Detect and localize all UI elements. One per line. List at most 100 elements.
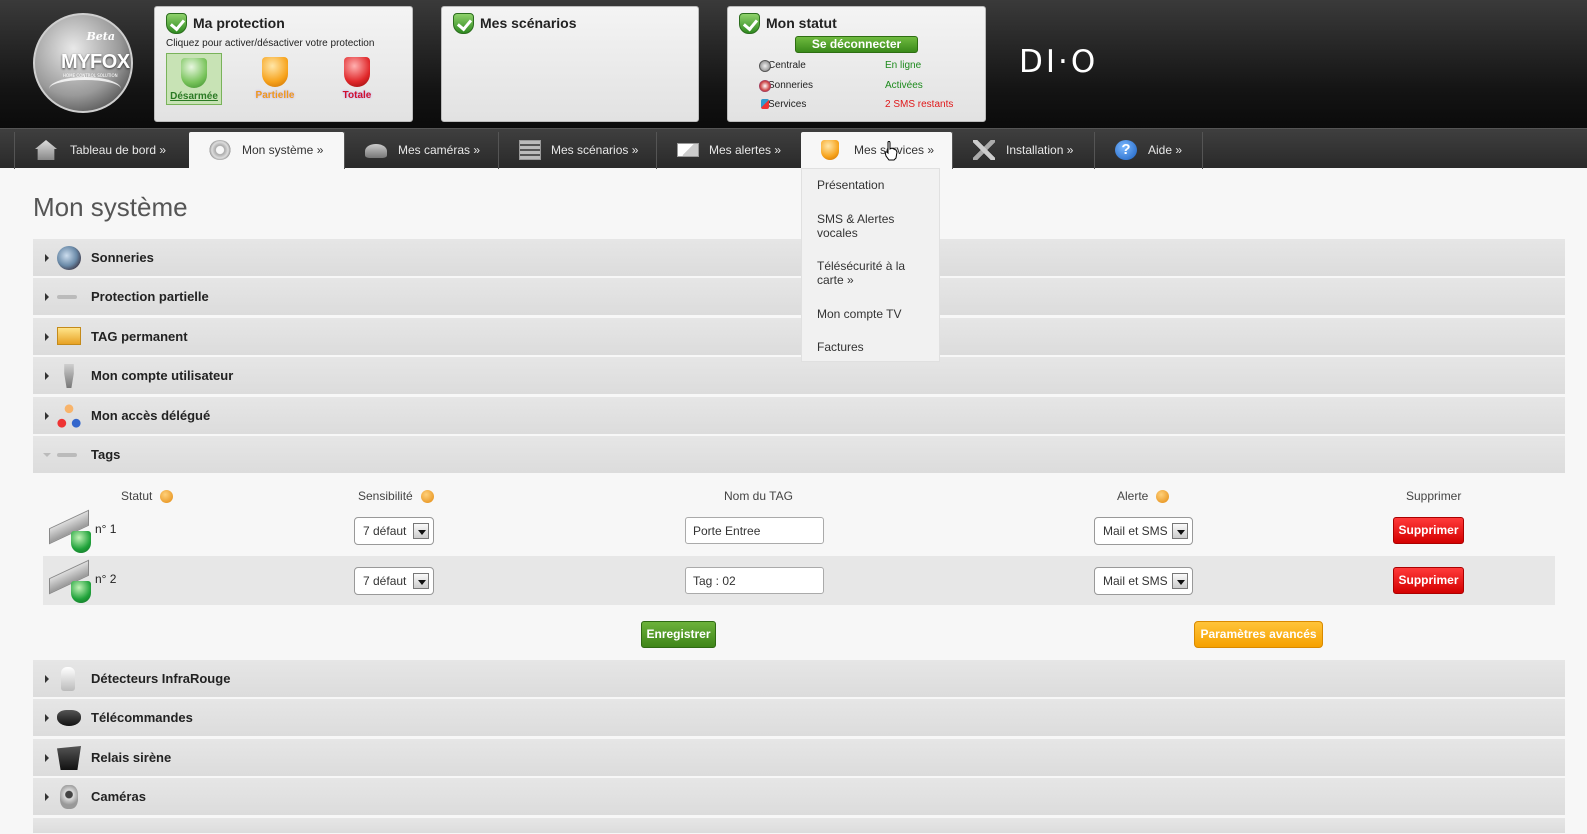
tag-icon xyxy=(57,327,81,345)
expand-arrow-icon xyxy=(45,293,49,301)
tag-device-icon xyxy=(47,509,95,553)
section-cameras[interactable]: Caméras xyxy=(33,778,1565,816)
nav-label: Mes alertes » xyxy=(709,143,782,157)
section-protection-partielle[interactable]: Protection partielle xyxy=(33,278,1565,316)
section-tag-permanent[interactable]: TAG permanent xyxy=(33,318,1565,356)
menu-item-sms-alertes[interactable]: SMS & Alertes vocales xyxy=(817,212,927,240)
status-title: Mon statut xyxy=(766,15,837,31)
tag-name-input[interactable] xyxy=(685,567,824,594)
expand-arrow-icon xyxy=(45,754,49,762)
header-nom-tag: Nom du TAG xyxy=(724,489,793,503)
header-supprimer: Supprimer xyxy=(1406,489,1462,503)
header-alerte: Alerte xyxy=(1117,489,1170,503)
user-icon xyxy=(64,364,74,388)
info-icon[interactable] xyxy=(1156,490,1170,503)
sensitivity-select[interactable]: 7 défaut xyxy=(354,567,434,595)
section-next[interactable] xyxy=(33,818,1565,834)
section-label: Protection partielle xyxy=(91,289,209,304)
menu-item-compte-tv[interactable]: Mon compte TV xyxy=(817,307,927,321)
header-statut: Statut xyxy=(121,489,174,503)
status-label: Sonneries xyxy=(768,80,814,91)
status-value: Activées xyxy=(885,80,923,91)
expand-arrow-icon xyxy=(45,333,49,341)
expand-arrow-icon xyxy=(45,714,49,722)
nav-mes-services[interactable]: Mes services » xyxy=(801,132,952,169)
status-value: En ligne xyxy=(885,60,922,71)
section-tags[interactable]: Tags xyxy=(33,436,1565,474)
info-icon[interactable] xyxy=(420,490,434,503)
nav-mon-systeme[interactable]: Mon système » xyxy=(189,132,344,169)
tag-name-input[interactable] xyxy=(685,517,824,544)
protection-subtitle: Cliquez pour activer/désactiver votre pr… xyxy=(166,38,375,49)
shield-icon xyxy=(821,140,839,160)
status-label: Centrale xyxy=(768,60,806,71)
nav-installation[interactable]: Installation » xyxy=(952,132,1094,169)
myfox-logo[interactable]: Beta MYFOX HOME CONTROL SOLUTION xyxy=(33,13,133,113)
delete-button[interactable]: Supprimer xyxy=(1393,517,1464,544)
mode-partielle-button[interactable]: Partielle xyxy=(247,53,303,105)
logo-brand: MYFOX xyxy=(61,51,130,73)
section-acces-delegue[interactable]: Mon accès délégué xyxy=(33,397,1565,435)
logout-button[interactable]: Se déconnecter xyxy=(795,36,918,53)
status-panel: Mon statut Se déconnecter Centrale En li… xyxy=(727,6,986,122)
nav-tableau-de-bord[interactable]: Tableau de bord » xyxy=(14,132,189,169)
section-label: Tags xyxy=(91,447,121,462)
alert-select[interactable]: Mail et SMS xyxy=(1094,567,1193,595)
nav-label: Installation » xyxy=(1006,143,1074,157)
sensitivity-select[interactable]: 7 défaut xyxy=(354,517,434,545)
section-label: TAG permanent xyxy=(91,329,188,344)
save-button[interactable]: Enregistrer xyxy=(641,621,716,648)
ir-detector-icon xyxy=(61,667,75,691)
expand-arrow-icon xyxy=(45,254,49,262)
nav-mes-alertes[interactable]: Mes alertes » xyxy=(656,132,801,169)
nav-mes-cameras[interactable]: Mes caméras » xyxy=(344,132,498,169)
chevron-down-icon xyxy=(413,573,429,589)
mode-desarmee-button[interactable]: Désarmée xyxy=(166,53,222,105)
section-relais-sirene[interactable]: Relais sirène xyxy=(33,739,1565,777)
list-icon xyxy=(519,140,541,160)
table-row: n° 2 7 défaut Mail et SMS Supprimer xyxy=(43,556,1555,605)
mail-icon xyxy=(677,143,699,157)
menu-item-telesecurite[interactable]: Télésécurité à la carte » xyxy=(817,259,927,287)
nav-label: Mon système » xyxy=(242,143,324,157)
page-title: Mon système xyxy=(33,192,188,222)
logo-swoosh-icon xyxy=(49,77,121,101)
chevron-down-icon xyxy=(1172,523,1188,539)
info-icon[interactable] xyxy=(160,490,174,503)
chevron-down-icon xyxy=(1172,573,1188,589)
status-label: Services xyxy=(768,99,807,110)
advanced-settings-button[interactable]: Paramètres avancés xyxy=(1194,621,1323,648)
alert-select[interactable]: Mail et SMS xyxy=(1094,517,1193,545)
mode-label: Totale xyxy=(342,90,372,101)
section-label: Mon accès délégué xyxy=(91,408,211,423)
section-sonneries[interactable]: Sonneries xyxy=(33,239,1565,277)
scenarios-title: Mes scénarios xyxy=(480,15,577,31)
nav-aide[interactable]: ? Aide » xyxy=(1094,132,1203,169)
menu-item-factures[interactable]: Factures xyxy=(817,340,927,354)
mode-label: Désarmée xyxy=(170,91,218,102)
shield-red-icon xyxy=(344,57,370,87)
mode-totale-button[interactable]: Totale xyxy=(329,53,385,105)
table-row: n° 1 7 défaut Mail et SMS Supprimer xyxy=(43,506,1555,555)
shield-orange-icon xyxy=(262,57,288,87)
expand-arrow-icon xyxy=(45,793,49,801)
section-detecteurs-ir[interactable]: Détecteurs InfraRouge xyxy=(33,660,1565,698)
camera-icon xyxy=(365,144,387,158)
check-shield-icon xyxy=(166,13,187,34)
header: Beta MYFOX HOME CONTROL SOLUTION Ma prot… xyxy=(0,0,1587,128)
remote-icon xyxy=(57,710,81,726)
mode-label: Partielle xyxy=(255,90,295,101)
delegate-icon xyxy=(57,404,81,428)
relay-icon xyxy=(57,746,81,770)
central-unit-icon xyxy=(759,60,771,72)
tag-number: n° 2 xyxy=(95,572,117,586)
services-icon xyxy=(761,99,769,109)
section-compte-utilisateur[interactable]: Mon compte utilisateur xyxy=(33,357,1565,395)
menu-item-presentation[interactable]: Présentation xyxy=(817,178,927,192)
section-telecommandes[interactable]: Télécommandes xyxy=(33,699,1565,737)
nav-label: Mes scénarios » xyxy=(551,143,639,157)
nav-mes-scenarios[interactable]: Mes scénarios » xyxy=(498,132,656,169)
delete-button[interactable]: Supprimer xyxy=(1393,567,1464,594)
bar-icon xyxy=(57,453,77,457)
help-icon: ? xyxy=(1115,140,1137,160)
